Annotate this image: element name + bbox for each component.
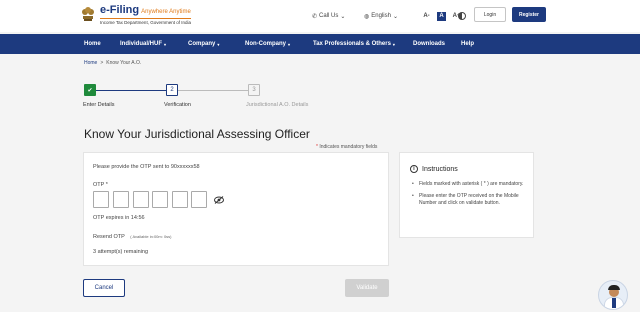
progress-stepper: ✔ 2 3 Enter Details Verification Jurisdi… (0, 84, 640, 112)
instructions-header: i Instructions (410, 165, 458, 173)
chat-assistant-avatar[interactable] (598, 280, 628, 310)
step-3-label: Jurisdictional A.O. Details (246, 102, 309, 108)
font-normal-button[interactable]: A (437, 11, 446, 21)
otp-digit-5[interactable] (172, 191, 188, 208)
login-button[interactable]: Login (474, 7, 506, 22)
nav-item-non-company[interactable]: Non-Company ▾ (245, 34, 290, 54)
cancel-button[interactable]: Cancel (83, 279, 125, 297)
resend-otp: Resend OTP ( Available in:00m: 0ss) (93, 234, 172, 240)
hide-otp-eye-icon[interactable] (214, 196, 224, 204)
step-2-active: 2 (166, 84, 178, 96)
chevron-down-icon: ▾ (288, 41, 291, 47)
validate-button[interactable]: Validate (345, 279, 389, 297)
breadcrumb-home[interactable]: Home (84, 60, 97, 66)
instruction-item: Fields marked with asterisk ( * ) are ma… (412, 181, 530, 188)
font-decrease-button[interactable]: A- (422, 12, 431, 21)
chevron-down-icon: ▾ (164, 41, 167, 47)
globe-icon: ◍ (364, 13, 370, 20)
call-us-dropdown[interactable]: ✆ Call Us ⌄ (312, 13, 345, 20)
instruction-item: Please enter the OTP received on the Mob… (412, 193, 530, 207)
step-connector (96, 90, 166, 91)
chevron-down-icon: ▾ (217, 41, 220, 47)
attempts-remaining: 3 attempt(s) remaining (93, 249, 149, 255)
otp-card: Please provide the OTP sent to 90xxxxxx5… (83, 152, 389, 266)
nav-item-downloads[interactable]: Downloads (413, 34, 445, 54)
info-icon: i (410, 165, 418, 173)
chevron-down-icon: ▾ (392, 41, 395, 47)
national-emblem-icon (82, 7, 94, 21)
step-1-complete: ✔ (84, 84, 96, 96)
otp-expiry: OTP expires in 14:56 (93, 215, 145, 221)
language-label: English (371, 13, 391, 19)
chevron-down-icon: ⌄ (392, 13, 398, 20)
logo-title: e-Filing (100, 4, 140, 16)
instructions-list: Fields marked with asterisk ( * ) are ma… (412, 181, 530, 212)
nav-item-home[interactable]: Home (84, 34, 101, 54)
resend-countdown: ( Available in:00m: 0ss) (130, 234, 172, 239)
contrast-toggle-icon[interactable] (458, 12, 466, 20)
efiling-logo[interactable]: e-Filing Anywhere Anytime Income Tax Depa… (80, 4, 191, 26)
mandatory-note: * Indicates mandatory fields (316, 144, 378, 150)
register-button[interactable]: Register (512, 7, 546, 22)
step-3-pending: 3 (248, 84, 260, 96)
call-us-label: Call Us (319, 13, 339, 19)
top-header: e-Filing Anywhere Anytime Income Tax Depa… (0, 0, 640, 32)
nav-item-help[interactable]: Help (461, 34, 474, 54)
otp-prompt: Please provide the OTP sent to 90xxxxxx5… (93, 164, 200, 170)
logo-subtitle: Income Tax Department, Government of Ind… (100, 18, 191, 25)
step-connector (178, 90, 248, 91)
instructions-panel: i Instructions Fields marked with asteri… (399, 152, 534, 238)
chevron-down-icon: ⌄ (340, 13, 346, 20)
step-2-label: Verification (164, 102, 191, 108)
page-title: Know Your Jurisdictional Assessing Offic… (84, 127, 310, 141)
font-size-controls: A- A A+ (422, 11, 461, 21)
breadcrumb: Home > Know Your A.O. (84, 60, 141, 66)
otp-digit-3[interactable] (133, 191, 149, 208)
phone-icon: ✆ (312, 13, 318, 20)
breadcrumb-separator: > (100, 60, 104, 66)
main-nav: Home Individual/HUF ▾ Company ▾ Non-Compan… (0, 34, 640, 54)
nav-item-tax-professionals[interactable]: Tax Professionals & Others ▾ (313, 34, 395, 54)
checkmark-icon: ✔ (87, 87, 93, 94)
masked-mobile-number: 90xxxxxx58 (170, 164, 200, 170)
resend-otp-link[interactable]: Resend OTP (93, 234, 125, 240)
language-dropdown[interactable]: ◍ English ⌄ (364, 13, 398, 20)
otp-digit-4[interactable] (152, 191, 168, 208)
otp-digit-6[interactable] (191, 191, 207, 208)
nav-item-individual-huf[interactable]: Individual/HUF ▾ (120, 34, 166, 54)
otp-digit-1[interactable] (93, 191, 109, 208)
breadcrumb-current: Know Your A.O. (106, 60, 142, 66)
otp-digit-2[interactable] (113, 191, 129, 208)
logo-tagline: Anywhere Anytime (141, 9, 191, 15)
nav-item-company[interactable]: Company ▾ (188, 34, 219, 54)
otp-label: OTP * (93, 182, 108, 188)
step-1-label: Enter Details (83, 102, 115, 108)
